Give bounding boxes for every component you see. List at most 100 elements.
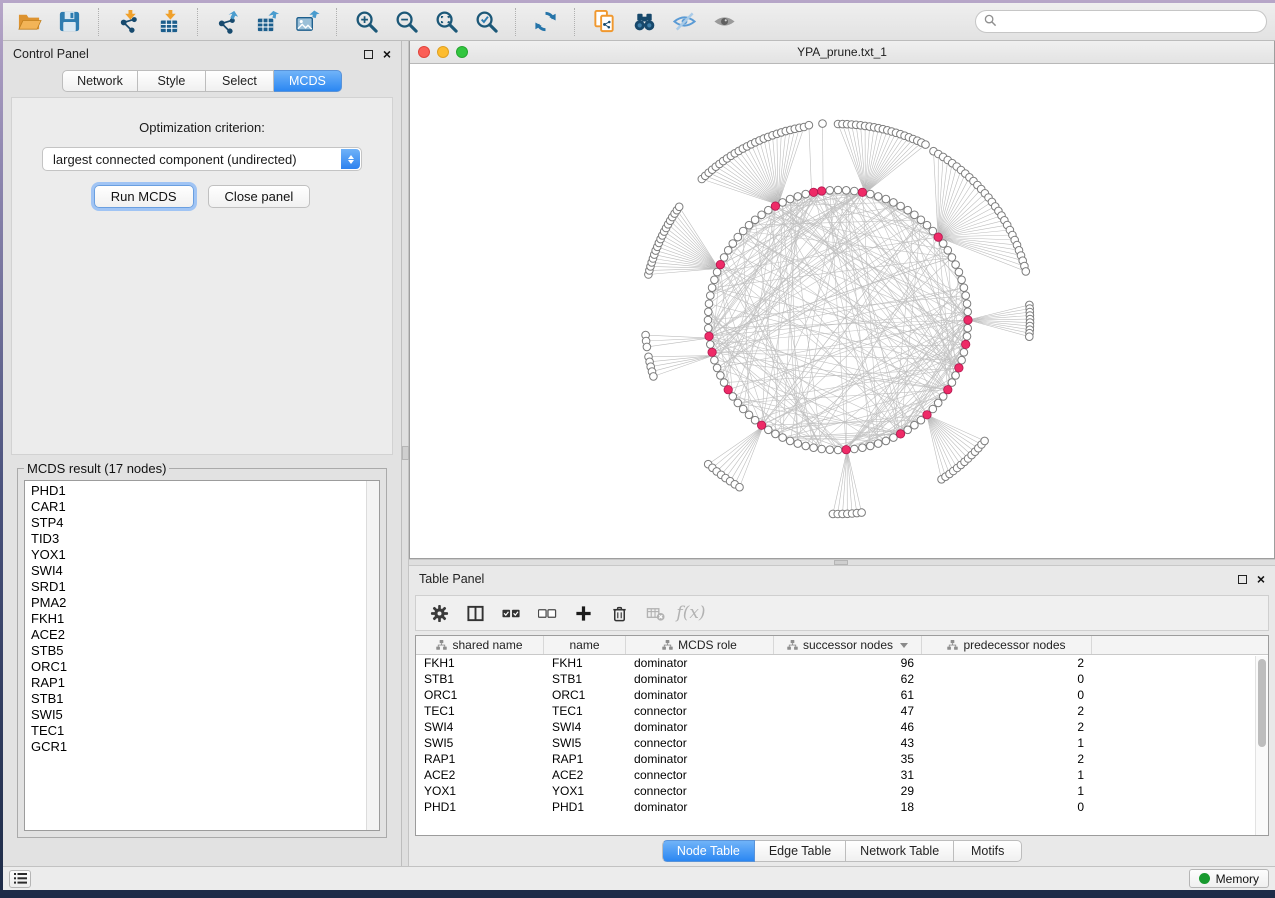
graph-node[interactable]: [708, 284, 716, 292]
memory-button[interactable]: Memory: [1189, 869, 1269, 888]
graph-hub-node[interactable]: [858, 188, 866, 196]
graph-node[interactable]: [890, 199, 898, 207]
graph-node[interactable]: [897, 202, 905, 210]
tab-edge-table[interactable]: Edge Table: [755, 840, 846, 862]
graph-node[interactable]: [772, 430, 780, 438]
mcds-result-item[interactable]: SWI4: [31, 563, 379, 579]
network-window-titlebar[interactable]: YPA_prune.txt_1: [410, 41, 1274, 64]
graph-node[interactable]: [960, 284, 968, 292]
graph-node[interactable]: [963, 333, 971, 341]
graph-node[interactable]: [955, 268, 963, 276]
split-view-icon[interactable]: [464, 603, 486, 623]
mcds-result-item[interactable]: PHD1: [31, 483, 379, 499]
table-row[interactable]: ACE2ACE2connector311: [416, 767, 1268, 783]
column-header-predecessor-nodes[interactable]: predecessor nodes: [922, 636, 1092, 654]
close-panel-icon[interactable]: ×: [1257, 574, 1265, 584]
table-row[interactable]: TEC1TEC1connector472: [416, 703, 1268, 719]
graph-node[interactable]: [724, 247, 732, 255]
graph-node[interactable]: [867, 442, 875, 450]
copy-style-icon[interactable]: [586, 6, 622, 38]
graph-node[interactable]: [834, 446, 842, 454]
graph-node[interactable]: [874, 193, 882, 201]
mcds-result-item[interactable]: TID3: [31, 531, 379, 547]
graph-node[interactable]: [851, 187, 859, 195]
graph-node[interactable]: [734, 233, 742, 241]
graph-node[interactable]: [859, 444, 867, 452]
graph-hub-node[interactable]: [955, 364, 963, 372]
graph-node[interactable]: [960, 349, 968, 357]
graph-node[interactable]: [779, 434, 787, 442]
graph-hub-node[interactable]: [716, 260, 724, 268]
graph-node[interactable]: [882, 437, 890, 445]
network-graph[interactable]: [410, 64, 1274, 557]
delete-table-icon[interactable]: [644, 603, 666, 623]
graph-node[interactable]: [711, 356, 719, 364]
mcds-result-item[interactable]: STB1: [31, 691, 379, 707]
table-row[interactable]: ORC1ORC1dominator610: [416, 687, 1268, 703]
table-row[interactable]: YOX1YOX1connector291: [416, 783, 1268, 799]
graph-node[interactable]: [917, 216, 925, 224]
mcds-result-item[interactable]: YOX1: [31, 547, 379, 563]
export-image-icon[interactable]: [289, 6, 325, 38]
graph-node[interactable]: [739, 405, 747, 413]
graph-hub-node[interactable]: [724, 386, 732, 394]
tab-network[interactable]: Network: [62, 70, 138, 92]
graph-node[interactable]: [705, 300, 713, 308]
graph-node[interactable]: [842, 187, 850, 195]
column-header-name[interactable]: name: [544, 636, 626, 654]
mcds-result-item[interactable]: GCR1: [31, 739, 379, 755]
graph-node[interactable]: [948, 254, 956, 262]
zoom-out-icon[interactable]: [388, 6, 424, 38]
graph-node[interactable]: [964, 308, 972, 316]
mcds-result-item[interactable]: TEC1: [31, 723, 379, 739]
horizontal-splitter[interactable]: [409, 559, 1275, 566]
scrollbar-thumb[interactable]: [1258, 659, 1266, 747]
graph-node[interactable]: [922, 141, 930, 149]
graph-node[interactable]: [819, 120, 827, 128]
graph-node[interactable]: [786, 195, 794, 203]
graph-node[interactable]: [851, 445, 859, 453]
graph-node[interactable]: [818, 445, 826, 453]
graph-node[interactable]: [745, 221, 753, 229]
import-table-icon[interactable]: [150, 6, 186, 38]
graph-hub-node[interactable]: [708, 348, 716, 356]
graph-node[interactable]: [713, 268, 721, 276]
vertical-splitter[interactable]: [402, 41, 409, 866]
graph-node[interactable]: [963, 300, 971, 308]
graph-node[interactable]: [758, 211, 766, 219]
graph-node[interactable]: [717, 372, 725, 380]
column-header-successor-nodes[interactable]: successor nodes: [774, 636, 922, 654]
mcds-result-item[interactable]: PMA2: [31, 595, 379, 611]
mcds-result-item[interactable]: SWI5: [31, 707, 379, 723]
graph-node[interactable]: [794, 193, 802, 201]
graph-node[interactable]: [934, 399, 942, 407]
splitter-grip[interactable]: [402, 446, 409, 460]
graph-node[interactable]: [958, 276, 966, 284]
graph-hub-node[interactable]: [771, 202, 779, 210]
graph-node[interactable]: [964, 324, 972, 332]
table-row[interactable]: FKH1FKH1dominator962: [416, 655, 1268, 671]
table-scrollbar[interactable]: [1255, 656, 1268, 835]
graph-node[interactable]: [705, 324, 713, 332]
add-column-icon[interactable]: [572, 603, 594, 623]
graph-node[interactable]: [923, 221, 931, 229]
graph-hub-node[interactable]: [934, 233, 942, 241]
graph-node[interactable]: [705, 308, 713, 316]
open-file-icon[interactable]: [11, 6, 47, 38]
graph-node[interactable]: [952, 372, 960, 380]
graph-node[interactable]: [911, 211, 919, 219]
graph-node[interactable]: [981, 437, 989, 445]
mcds-result-item[interactable]: ACE2: [31, 627, 379, 643]
graph-node[interactable]: [707, 292, 715, 300]
tab-motifs[interactable]: Motifs: [954, 840, 1022, 862]
mcds-result-item[interactable]: CAR1: [31, 499, 379, 515]
graph-hub-node[interactable]: [964, 316, 972, 324]
graph-hub-node[interactable]: [842, 446, 850, 454]
column-header-shared-name[interactable]: shared name: [416, 636, 544, 654]
graph-node[interactable]: [962, 292, 970, 300]
zoom-fit-icon[interactable]: [428, 6, 464, 38]
graph-node[interactable]: [779, 199, 787, 207]
graph-node[interactable]: [720, 254, 728, 262]
graph-node[interactable]: [802, 190, 810, 198]
graph-node[interactable]: [904, 206, 912, 214]
